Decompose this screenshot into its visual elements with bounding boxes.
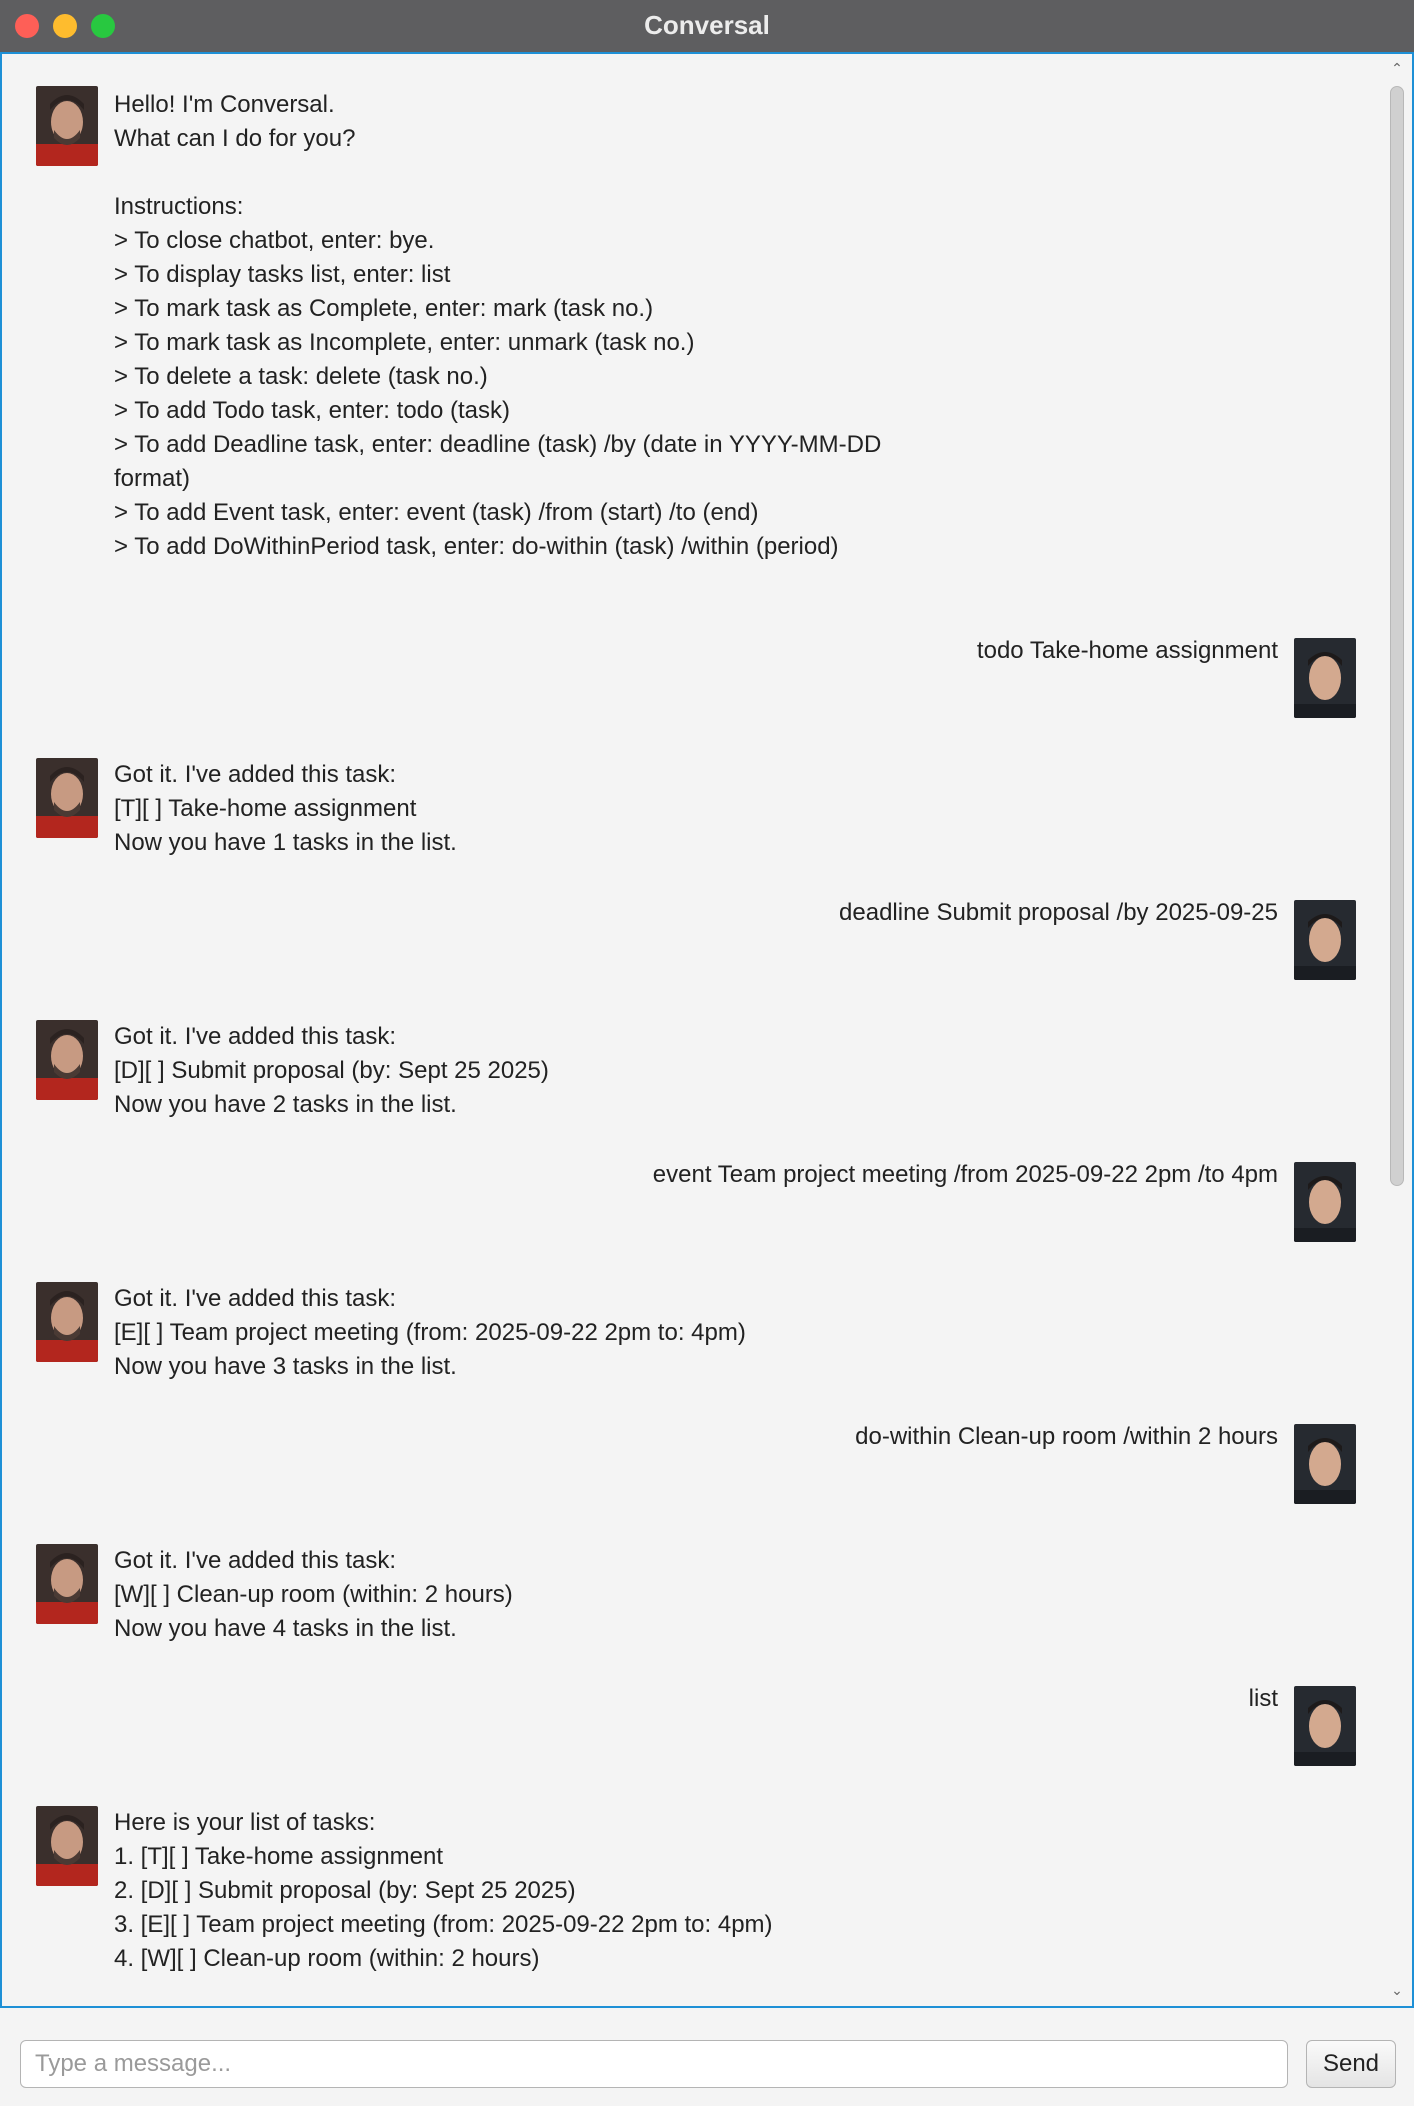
bot-avatar-icon (36, 1020, 98, 1100)
user-avatar-icon (1294, 638, 1356, 718)
vertical-scrollbar[interactable]: ⌃ ⌄ (1384, 56, 1410, 2006)
bot-message-text: Got it. I've added this task: [D][ ] Sub… (114, 1023, 549, 1118)
scroll-up-arrow-icon[interactable]: ⌃ (1384, 58, 1410, 78)
app-window: Conversal Hello! I'm Conversal. What can… (0, 0, 1414, 2106)
user-message-text: deadline Submit proposal /by 2025-09-25 (839, 899, 1278, 926)
send-button[interactable]: Send (1306, 2040, 1396, 2088)
user-avatar-icon (1294, 1424, 1356, 1504)
scroll-down-arrow-icon[interactable]: ⌄ (1384, 1980, 1410, 2000)
chat-scroll-pane[interactable]: Hello! I'm Conversal. What can I do for … (0, 54, 1414, 2008)
bot-message-text: Got it. I've added this task: [W][ ] Cle… (114, 1547, 513, 1642)
scrollbar-thumb[interactable] (1390, 86, 1404, 1186)
bot-avatar-icon (36, 1806, 98, 1886)
user-avatar-icon (1294, 1162, 1356, 1242)
input-bar: Send (0, 2008, 1414, 2106)
user-message-text: event Team project meeting /from 2025-09… (652, 1161, 1278, 1188)
bot-avatar-icon (36, 758, 98, 838)
bot-message-text: Hello! I'm Conversal. What can I do for … (114, 91, 882, 560)
bot-message-text: Here is your list of tasks: 1. [T][ ] Ta… (114, 1809, 773, 1972)
message-input[interactable] (20, 2040, 1288, 2088)
user-avatar-icon (1294, 1686, 1356, 1766)
user-message-text: list (1248, 1685, 1278, 1712)
bot-avatar-icon (36, 1544, 98, 1624)
user-message-text: do-within Clean-up room /within 2 hours (855, 1423, 1278, 1450)
title-bar: Conversal (0, 0, 1414, 54)
bot-avatar-icon (36, 86, 98, 166)
window-title: Conversal (644, 10, 770, 40)
bot-message-text: Got it. I've added this task: [T][ ] Tak… (114, 761, 457, 856)
bot-message-text: Got it. I've added this task: [E][ ] Tea… (114, 1285, 746, 1380)
bot-avatar-icon (36, 1282, 98, 1362)
user-message-text: todo Take-home assignment (976, 637, 1278, 664)
user-avatar-icon (1294, 900, 1356, 980)
